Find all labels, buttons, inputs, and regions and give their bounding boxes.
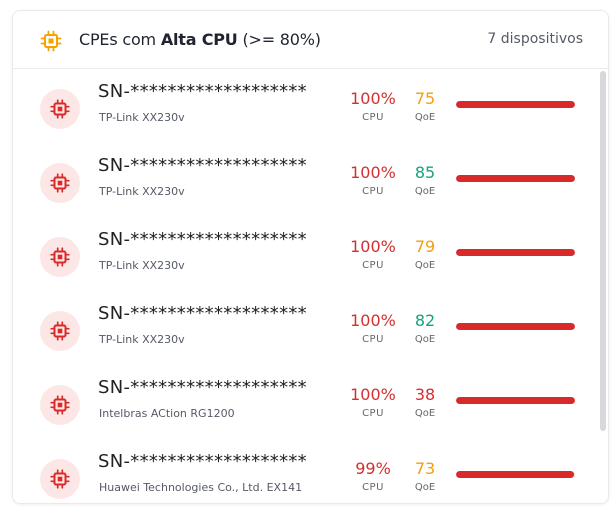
scrollbar[interactable] [600,71,606,431]
cpu-usage-bar-fill [456,397,575,404]
device-model: TP-Link XX230v [99,333,185,346]
cpu-usage-bar-fill [456,101,575,108]
device-row[interactable]: SN-******************* TP-Link XX230v 10… [13,291,599,365]
cpu-usage-bar [456,175,575,182]
cpu-usage-bar-fill [456,323,575,330]
device-model: TP-Link XX230v [99,111,185,124]
device-row[interactable]: SN-******************* TP-Link XX230v 10… [13,69,599,143]
device-model: TP-Link XX230v [99,185,185,198]
qoe-label: QoE [414,408,436,419]
device-avatar [40,163,80,203]
cpu-value: 99% [355,459,391,478]
cpu-usage-bar [456,471,575,478]
device-model: TP-Link XX230v [99,259,185,272]
cpu-label: CPU [362,260,384,271]
qoe-value: 79 [414,237,436,256]
cpu-label: CPU [362,482,384,493]
qoe-label: QoE [414,112,436,123]
card-header: CPEs com Alta CPU (>= 80%) 7 dispositivo… [13,11,608,69]
high-cpu-card: CPEs com Alta CPU (>= 80%) 7 dispositivo… [12,10,609,504]
device-avatar [40,385,80,425]
cpu-usage-bar-fill [456,249,575,256]
qoe-label: QoE [414,334,436,345]
cpu-value: 100% [350,311,396,330]
cpu-usage-bar [456,397,575,404]
device-model: Huawei Technologies Co., Ltd. EX141 [99,481,303,494]
cpu-label: CPU [362,186,384,197]
device-serial: SN-******************* [98,81,307,102]
cpu-label: CPU [362,112,384,123]
cpu-usage-bar [456,323,575,330]
cpu-label: CPU [362,334,384,345]
device-avatar [40,237,80,277]
device-row[interactable]: SN-******************* Intelbras ACtion … [13,365,599,439]
device-serial: SN-******************* [98,303,307,324]
card-title: CPEs com Alta CPU (>= 80%) [79,30,321,49]
cpu-value: 100% [350,237,396,256]
device-row[interactable]: SN-******************* TP-Link XX230v 10… [13,143,599,217]
qoe-label: QoE [414,482,436,493]
device-count: 7 dispositivos [487,31,583,47]
device-list[interactable]: SN-******************* TP-Link XX230v 10… [13,69,599,503]
cpu-value: 100% [350,89,396,108]
device-serial: SN-******************* [98,451,307,472]
cpu-chip-icon [40,30,62,52]
qoe-value: 75 [414,89,436,108]
cpu-usage-bar [456,249,575,256]
device-model: Intelbras ACtion RG1200 [99,407,235,420]
cpu-value: 100% [350,385,396,404]
qoe-value: 85 [414,163,436,182]
cpu-usage-bar-fill [456,471,574,478]
device-avatar [40,311,80,351]
cpu-label: CPU [362,408,384,419]
device-row[interactable]: SN-******************* Huawei Technologi… [13,439,599,503]
qoe-label: QoE [414,260,436,271]
cpu-usage-bar [456,101,575,108]
device-serial: SN-******************* [98,229,307,250]
qoe-label: QoE [414,186,436,197]
device-serial: SN-******************* [98,155,307,176]
device-serial: SN-******************* [98,377,307,398]
device-avatar [40,459,80,499]
cpu-value: 100% [350,163,396,182]
cpu-usage-bar-fill [456,175,575,182]
device-avatar [40,89,80,129]
qoe-value: 73 [414,459,436,478]
device-row[interactable]: SN-******************* TP-Link XX230v 10… [13,217,599,291]
qoe-value: 82 [414,311,436,330]
qoe-value: 38 [414,385,436,404]
